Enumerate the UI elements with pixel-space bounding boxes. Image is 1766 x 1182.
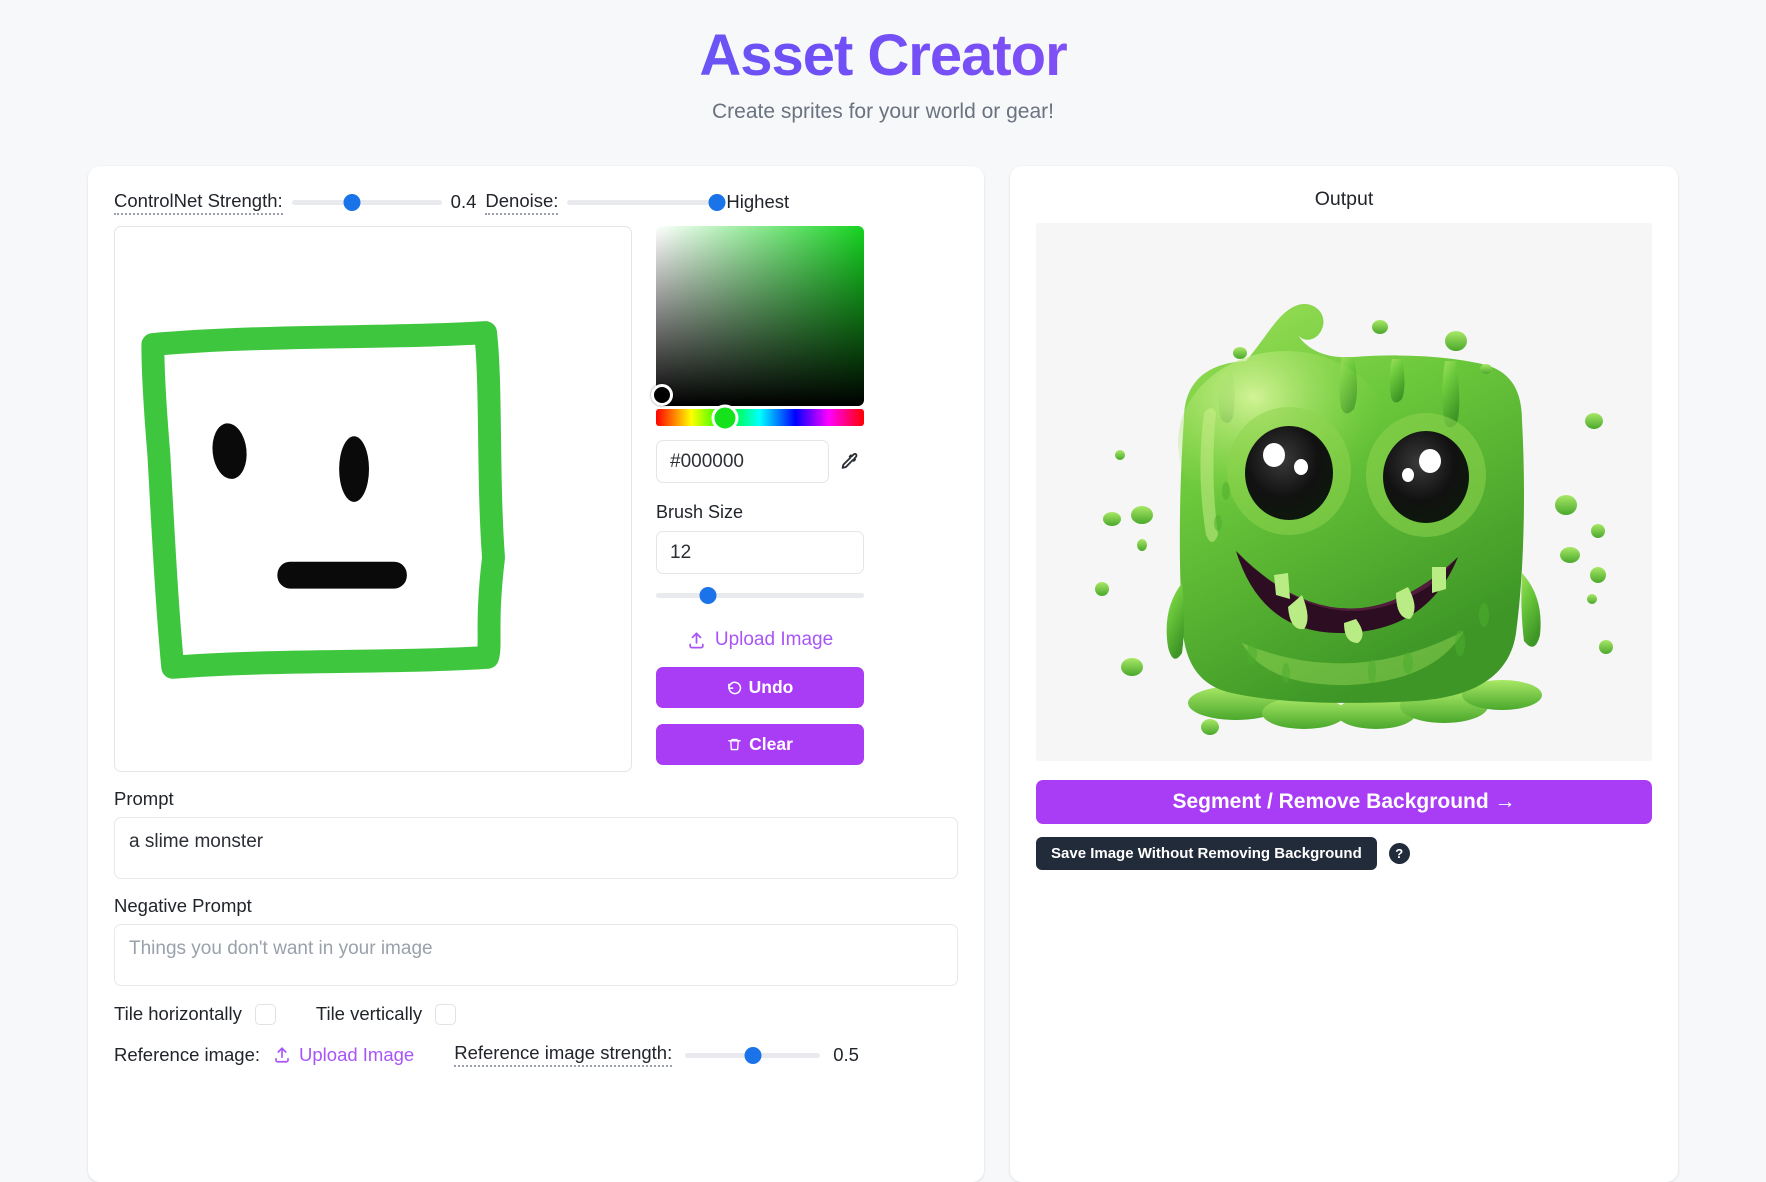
hex-row: #000000 <box>656 440 864 483</box>
upload-icon <box>689 632 704 648</box>
save-row: Save Image Without Removing Background ? <box>1036 837 1652 870</box>
page-subtitle: Create sprites for your world or gear! <box>712 100 1054 123</box>
output-image-frame <box>1036 223 1652 761</box>
reference-strength-value: 0.5 <box>833 1043 859 1065</box>
canvas-upload-label: Upload Image <box>714 629 834 650</box>
slider-thumb[interactable] <box>744 1046 762 1064</box>
brush-size-label: Brush Size <box>656 502 744 522</box>
slider-track <box>291 200 442 205</box>
clear-label: Clear <box>749 734 793 754</box>
reference-upload-label: Upload Image <box>299 1043 415 1065</box>
negative-prompt-input[interactable]: Things you don't want in your image <box>114 924 958 986</box>
reference-upload-image-button[interactable]: Upload Image <box>273 1044 414 1066</box>
slider-thumb[interactable] <box>343 194 361 211</box>
work-area: #000000 Brush Size 12 Upload Image Undo … <box>114 226 958 772</box>
hue-selector-handle[interactable] <box>711 404 739 431</box>
negative-prompt-label: Negative Prompt <box>114 895 252 916</box>
tool-column: #000000 Brush Size 12 Upload Image Undo … <box>651 226 864 772</box>
brush-size-slider[interactable] <box>656 586 864 604</box>
hex-color-input[interactable]: #000000 <box>656 440 829 483</box>
undo-icon <box>727 681 741 695</box>
canvas-upload-image-button[interactable]: Upload Image <box>656 629 864 651</box>
doodle-sketch <box>141 321 505 679</box>
controlnet-strength-value: 0.4 <box>450 191 477 212</box>
denoise-value: Highest <box>726 191 790 212</box>
page-title: Asset Creator <box>0 22 1766 89</box>
slime-eye-right <box>1366 413 1486 537</box>
slider-track <box>656 593 864 598</box>
tile-horizontally-checkbox[interactable] <box>254 1003 276 1025</box>
reference-image-row: Reference image: Upload Image Reference … <box>114 1042 958 1067</box>
output-slime-monster-image <box>1036 223 1652 761</box>
prompt-label: Prompt <box>114 788 174 809</box>
tile-horizontally-label: Tile horizontally <box>114 1003 242 1024</box>
upload-icon <box>275 1046 289 1063</box>
clear-button[interactable]: Clear <box>656 724 864 765</box>
slider-thumb[interactable] <box>708 194 726 211</box>
prompt-input[interactable]: a slime monster <box>114 817 958 879</box>
top-slider-row: ControlNet Strength: 0.4 Denoise: Highes… <box>114 190 958 215</box>
tiling-options-row: Tile horizontally Tile vertically <box>114 1003 958 1025</box>
reference-image-label: Reference image: <box>114 1043 261 1065</box>
trash-icon <box>728 738 741 751</box>
undo-button[interactable]: Undo <box>656 667 864 708</box>
denoise-label: Denoise: <box>485 190 559 215</box>
slider-thumb[interactable] <box>699 587 717 604</box>
reference-strength-label: Reference image strength: <box>454 1042 673 1067</box>
controlnet-strength-label: ControlNet Strength: <box>114 190 283 215</box>
slime-eye-left <box>1227 407 1351 535</box>
slider-track <box>567 200 718 205</box>
sv-selector-handle[interactable] <box>651 384 674 407</box>
drawing-canvas[interactable] <box>114 226 632 772</box>
app-root: Asset Creator Create sprites for your wo… <box>0 0 1766 1182</box>
tile-vertically-checkbox[interactable] <box>435 1003 457 1025</box>
hue-strip[interactable] <box>656 404 864 431</box>
panels-container: ControlNet Strength: 0.4 Denoise: Highes… <box>0 166 1766 1182</box>
controlnet-strength-slider[interactable] <box>291 193 442 211</box>
page-header: Asset Creator Create sprites for your wo… <box>0 0 1766 124</box>
output-title: Output <box>1314 188 1374 210</box>
denoise-slider[interactable] <box>567 193 726 211</box>
tile-vertically-label: Tile vertically <box>315 1003 423 1024</box>
eyedropper-icon[interactable] <box>838 451 860 473</box>
reference-strength-slider[interactable] <box>685 1046 821 1064</box>
undo-label: Undo <box>748 677 794 697</box>
save-image-without-removing-background-button[interactable]: Save Image Without Removing Background <box>1036 837 1377 870</box>
segment-remove-background-button[interactable]: Segment / Remove Background → <box>1036 780 1652 824</box>
editor-panel: ControlNet Strength: 0.4 Denoise: Highes… <box>88 166 984 1182</box>
output-panel: Output Segment / Remove Background → Sav… <box>1010 166 1678 1182</box>
question-mark-icon[interactable]: ? <box>1388 843 1410 864</box>
saturation-value-square[interactable] <box>651 226 864 407</box>
brush-size-input[interactable]: 12 <box>656 531 864 574</box>
